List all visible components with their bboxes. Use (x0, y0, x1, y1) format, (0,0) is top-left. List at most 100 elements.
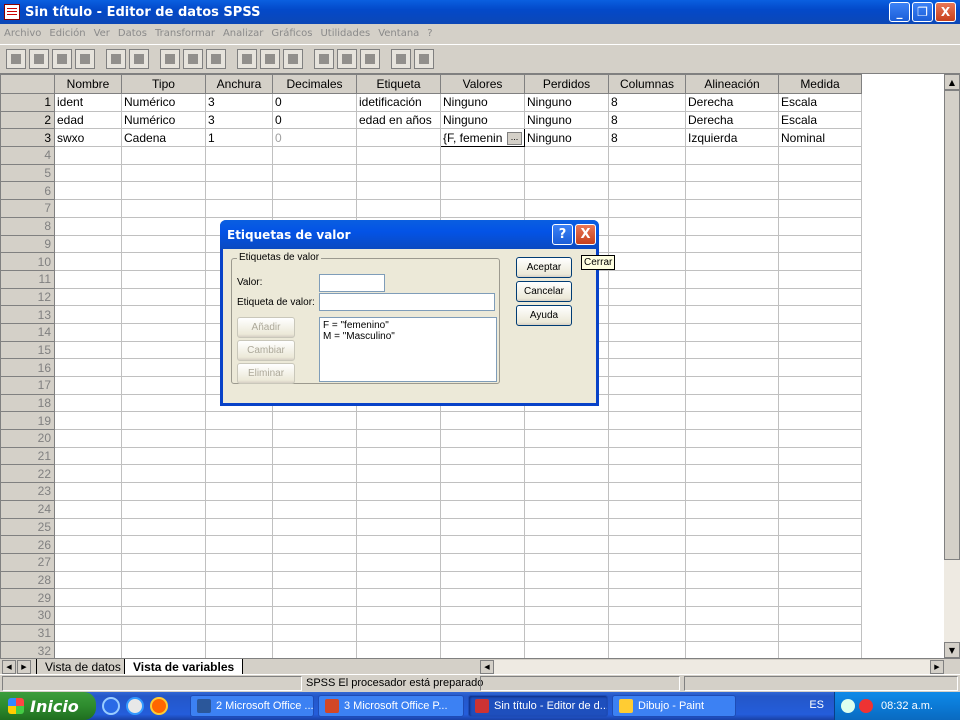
grid-cell[interactable] (608, 199, 686, 218)
grid-cell[interactable] (356, 570, 441, 590)
grid-cell[interactable] (205, 499, 273, 519)
grid-cell[interactable] (524, 535, 609, 554)
grid-cell[interactable] (205, 181, 273, 201)
grid-cell[interactable] (524, 146, 609, 165)
grid-cell[interactable] (121, 269, 206, 289)
grid-cell[interactable] (356, 605, 441, 625)
grid-cell[interactable] (440, 552, 525, 572)
grid-cell[interactable] (608, 429, 686, 448)
grid-cell[interactable] (54, 499, 122, 519)
grid-cell[interactable] (524, 411, 609, 431)
grid-cell[interactable] (608, 535, 686, 554)
taskbar-item-spss[interactable]: Sin título - Editor de d... (468, 695, 608, 717)
menu-ver[interactable]: Ver (94, 28, 110, 39)
row-number[interactable]: 5 (0, 163, 55, 183)
ie-icon[interactable] (102, 697, 120, 715)
grid-cell[interactable] (356, 552, 441, 572)
grid-cell[interactable]: Ninguno (524, 128, 609, 148)
grid-cell[interactable] (121, 411, 206, 431)
grid-cell[interactable]: Ninguno (440, 110, 525, 130)
open-icon[interactable] (6, 49, 26, 69)
dialog-title-bar[interactable]: Etiquetas de valor ? X (220, 220, 599, 249)
grid-cell[interactable] (685, 199, 779, 218)
menu-utilidades[interactable]: Utilidades (320, 28, 370, 39)
grid-cell[interactable] (524, 588, 609, 607)
grid-cell[interactable]: ident (54, 93, 122, 112)
grid-cell[interactable] (272, 181, 357, 201)
row-number[interactable]: 20 (0, 429, 55, 448)
weight-cases-icon[interactable] (337, 49, 357, 69)
grid-cell[interactable] (685, 588, 779, 607)
grid-cell[interactable] (778, 482, 862, 501)
grid-cell[interactable] (54, 446, 122, 466)
grid-cell[interactable] (608, 588, 686, 607)
grid-cell[interactable] (524, 163, 609, 183)
grid-cell[interactable] (524, 199, 609, 218)
grid-cell[interactable] (205, 163, 273, 183)
grid-cell[interactable] (205, 535, 273, 554)
vertical-scrollbar[interactable]: ▲ ▼ (944, 74, 960, 658)
grid-cell[interactable] (608, 269, 686, 289)
row-number[interactable]: 1 (0, 93, 55, 112)
grid-cell[interactable] (272, 535, 357, 554)
column-header[interactable]: Nombre (54, 74, 122, 94)
desktop-icon[interactable] (126, 697, 144, 715)
grid-cell[interactable] (121, 199, 206, 218)
grid-cell[interactable] (778, 605, 862, 625)
grid-cell[interactable]: Ninguno (524, 93, 609, 112)
grid-cell[interactable] (272, 623, 357, 643)
goto-chart-icon[interactable] (160, 49, 180, 69)
language-indicator[interactable]: ES (809, 699, 824, 711)
value-input[interactable] (319, 274, 385, 292)
grid-cell[interactable] (356, 499, 441, 519)
grid-cell[interactable] (121, 482, 206, 501)
row-number[interactable]: 19 (0, 411, 55, 431)
value-labels-list[interactable]: F = "femenino" M = "Masculino" (319, 317, 497, 382)
grid-cell[interactable] (121, 305, 206, 324)
column-header[interactable]: Tipo (121, 74, 206, 94)
grid-cell[interactable] (608, 446, 686, 466)
grid-cell[interactable] (440, 429, 525, 448)
grid-cell[interactable] (608, 376, 686, 395)
grid-cell[interactable] (608, 464, 686, 484)
grid-cell[interactable] (608, 234, 686, 254)
grid-cell[interactable] (121, 358, 206, 377)
grid-cell[interactable] (685, 411, 779, 431)
grid-cell[interactable] (608, 393, 686, 413)
tray-expand-icon[interactable] (841, 699, 855, 713)
row-number[interactable]: 23 (0, 482, 55, 501)
row-number[interactable]: 28 (0, 570, 55, 590)
grid-cell[interactable] (778, 305, 862, 324)
grid-cell[interactable] (608, 411, 686, 431)
grid-cell[interactable] (440, 641, 525, 658)
grid-cell[interactable] (524, 499, 609, 519)
grid-cell[interactable] (685, 605, 779, 625)
grid-cell[interactable] (440, 605, 525, 625)
remove-button[interactable]: Eliminar (237, 363, 295, 384)
grid-cell[interactable] (685, 570, 779, 590)
grid-cell[interactable] (778, 570, 862, 590)
grid-cell[interactable]: Escala (778, 110, 862, 130)
grid-cell[interactable] (121, 446, 206, 466)
grid-cell[interactable] (685, 234, 779, 254)
grid-cell[interactable]: 8 (608, 128, 686, 148)
grid-cell[interactable] (524, 517, 609, 537)
grid-cell[interactable]: Derecha (685, 110, 779, 130)
grid-cell[interactable] (608, 623, 686, 643)
grid-cell[interactable] (121, 552, 206, 572)
grid-cell[interactable] (685, 252, 779, 271)
grid-cell[interactable] (121, 464, 206, 484)
grid-cell[interactable] (608, 305, 686, 324)
grid-cell[interactable] (778, 588, 862, 607)
close-window-button[interactable]: X (935, 2, 956, 22)
row-number[interactable]: 8 (0, 216, 55, 236)
grid-cell[interactable]: Nominal (778, 128, 862, 148)
scroll-left-icon[interactable]: ◀ (480, 660, 494, 674)
grid-cell[interactable] (272, 464, 357, 484)
grid-cell[interactable] (54, 234, 122, 254)
grid-cell[interactable] (778, 393, 862, 413)
row-number[interactable]: 14 (0, 322, 55, 342)
grid-cell[interactable] (685, 163, 779, 183)
grid-cell[interactable] (54, 340, 122, 360)
column-header[interactable]: Columnas (608, 74, 686, 94)
